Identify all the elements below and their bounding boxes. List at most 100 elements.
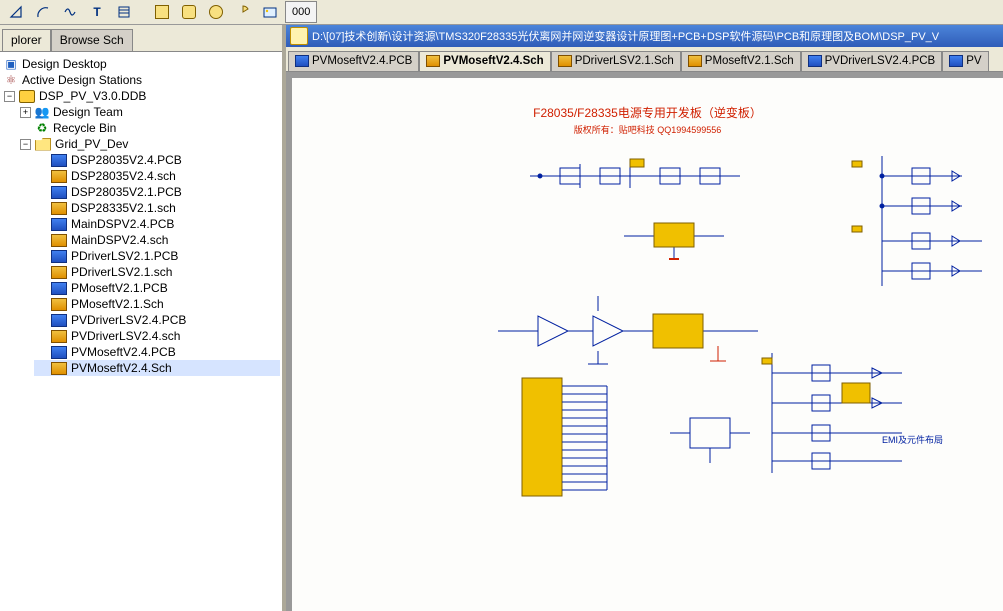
- schematic-canvas[interactable]: F28035/F28335电源专用开发板（逆变板） 版权所有：贴吧科技 QQ19…: [292, 78, 1003, 611]
- schematic-title: F28035/F28335电源专用开发板（逆变板）: [292, 104, 1003, 121]
- sch-block-power1: [530, 156, 740, 201]
- tool-rect-icon[interactable]: [150, 1, 174, 23]
- tree-label: PMoseftV2.1.PCB: [71, 281, 168, 295]
- document-path: D:\[07]技术创新\设计资源\TMS320F28335光伏离网并网逆变器设计…: [312, 28, 939, 44]
- pcb-icon: [51, 154, 67, 167]
- canvas-container: F28035/F28335电源专用开发板（逆变板） 版权所有：贴吧科技 QQ19…: [286, 71, 1003, 611]
- left-panel: plorer Browse Sch ▣ Design Desktop ⚛ Act…: [0, 25, 286, 611]
- tab-label: PVDriverLSV2.4.PCB: [825, 55, 936, 67]
- sch-icon: [558, 55, 572, 67]
- tree-stations[interactable]: ⚛ Active Design Stations: [2, 72, 280, 88]
- tab-label: PDriverLSV2.1.Sch: [575, 55, 674, 67]
- sch-block-reg: [624, 211, 724, 264]
- doc-icon: [290, 27, 308, 45]
- doc-tab[interactable]: PV: [942, 51, 988, 71]
- pcb-icon: [51, 282, 67, 295]
- tree-file[interactable]: MainDSPV2.4.PCB: [34, 216, 280, 232]
- tree-label: PVMoseftV2.4.PCB: [71, 345, 176, 359]
- tree-file[interactable]: PMoseftV2.1.Sch: [34, 296, 280, 312]
- pcb-icon: [51, 218, 67, 231]
- sch-block-driver2: [762, 353, 932, 476]
- tab-label: PVMoseftV2.4.PCB: [312, 55, 412, 67]
- tab-label: PVMoseftV2.4.Sch: [443, 55, 543, 67]
- tool-text-icon[interactable]: T: [85, 1, 109, 23]
- tree-recycle[interactable]: ♻ Recycle Bin: [18, 120, 280, 136]
- expand-icon[interactable]: −: [4, 91, 15, 102]
- folder-icon: [35, 138, 51, 151]
- expand-icon[interactable]: +: [20, 107, 31, 118]
- tree-file[interactable]: PVMoseftV2.4.PCB: [34, 344, 280, 360]
- pcb-icon: [51, 314, 67, 327]
- tree-label: PMoseftV2.1.Sch: [71, 297, 164, 311]
- tool-sine-icon[interactable]: [58, 1, 82, 23]
- tree-file[interactable]: PVMoseftV2.4.Sch: [34, 360, 280, 376]
- tree-file[interactable]: DSP28335V2.1.sch: [34, 200, 280, 216]
- doc-tab[interactable]: PDriverLSV2.1.Sch: [551, 51, 681, 71]
- tree-label: Grid_PV_Dev: [55, 137, 128, 151]
- sch-icon: [688, 55, 702, 67]
- team-icon: 👥: [35, 105, 49, 119]
- tool-pie-icon[interactable]: [231, 1, 255, 23]
- sch-icon: [51, 298, 67, 311]
- tree-label: PVDriverLSV2.4.PCB: [71, 313, 186, 327]
- doc-tab[interactable]: PVMoseftV2.4.PCB: [288, 51, 419, 71]
- pcb-icon: [51, 346, 67, 359]
- tool-image-icon[interactable]: [258, 1, 282, 23]
- sch-block-opamp: [498, 296, 758, 369]
- tree-label: MainDSPV2.4.PCB: [71, 217, 174, 231]
- tab-explorer[interactable]: plorer: [2, 29, 51, 51]
- tool-arc-icon[interactable]: [31, 1, 55, 23]
- desktop-icon: ▣: [4, 57, 18, 71]
- sch-block-driver1: [852, 156, 1002, 289]
- tree-label: DSP28035V2.4.PCB: [71, 153, 182, 167]
- pcb-icon: [949, 55, 963, 67]
- tree-team[interactable]: + 👥 Design Team: [18, 104, 280, 120]
- tool-triangle-icon[interactable]: [4, 1, 28, 23]
- tree-label: PVMoseftV2.4.Sch: [71, 361, 172, 375]
- tool-array-button[interactable]: 000: [285, 1, 317, 23]
- tree-file[interactable]: PDriverLSV2.1.PCB: [34, 248, 280, 264]
- workspace: D:\[07]技术创新\设计资源\TMS320F28335光伏离网并网逆变器设计…: [286, 25, 1003, 611]
- schematic-note: EMI及元件布局: [882, 433, 943, 446]
- tree-file[interactable]: PVDriverLSV2.4.sch: [34, 328, 280, 344]
- schematic-subtitle: 版权所有：贴吧科技 QQ1994599556: [292, 123, 1003, 136]
- sch-icon: [51, 330, 67, 343]
- sch-block-mid: [670, 408, 750, 471]
- tree-label: DSP28035V2.1.PCB: [71, 185, 182, 199]
- tree-file[interactable]: PDriverLSV2.1.sch: [34, 264, 280, 280]
- tree-label: DSP28035V2.4.sch: [71, 169, 176, 183]
- pcb-icon: [51, 186, 67, 199]
- project-tree[interactable]: ▣ Design Desktop ⚛ Active Design Station…: [0, 51, 282, 611]
- tree-ddb[interactable]: − DSP_PV_V3.0.DDB: [2, 88, 280, 104]
- tree-label: MainDSPV2.4.sch: [71, 233, 168, 247]
- expand-icon[interactable]: −: [20, 139, 31, 150]
- sch-icon: [51, 266, 67, 279]
- tree-label: DSP_PV_V3.0.DDB: [39, 89, 146, 103]
- sch-block-connector: [522, 378, 642, 501]
- tool-ellipse-icon[interactable]: [204, 1, 228, 23]
- doc-tab[interactable]: PMoseftV2.1.Sch: [681, 51, 801, 71]
- tool-frame-icon[interactable]: [112, 1, 136, 23]
- tab-label: PV: [966, 55, 981, 67]
- sch-icon: [51, 170, 67, 183]
- tree-file[interactable]: PMoseftV2.1.PCB: [34, 280, 280, 296]
- tab-label: PMoseftV2.1.Sch: [705, 55, 794, 67]
- tab-browse-sch[interactable]: Browse Sch: [51, 29, 133, 51]
- tree-file[interactable]: DSP28035V2.1.PCB: [34, 184, 280, 200]
- tree-project[interactable]: − Grid_PV_Dev: [18, 136, 280, 152]
- tree-label: Active Design Stations: [22, 73, 142, 87]
- tree-file[interactable]: MainDSPV2.4.sch: [34, 232, 280, 248]
- doc-tab[interactable]: PVDriverLSV2.4.PCB: [801, 51, 943, 71]
- recycle-icon: ♻: [35, 121, 49, 135]
- tree-root[interactable]: ▣ Design Desktop: [2, 56, 280, 72]
- tool-roundrect-icon[interactable]: [177, 1, 201, 23]
- ddb-icon: [19, 90, 35, 103]
- left-tab-strip: plorer Browse Sch: [0, 25, 282, 51]
- tree-file[interactable]: PVDriverLSV2.4.PCB: [34, 312, 280, 328]
- tree-file[interactable]: DSP28035V2.4.sch: [34, 168, 280, 184]
- tree-label: PDriverLSV2.1.sch: [71, 265, 172, 279]
- tree-file[interactable]: DSP28035V2.4.PCB: [34, 152, 280, 168]
- doc-tab[interactable]: PVMoseftV2.4.Sch: [419, 51, 550, 71]
- stations-icon: ⚛: [4, 73, 18, 87]
- document-tab-strip: PVMoseftV2.4.PCB PVMoseftV2.4.Sch PDriverL…: [286, 47, 1003, 71]
